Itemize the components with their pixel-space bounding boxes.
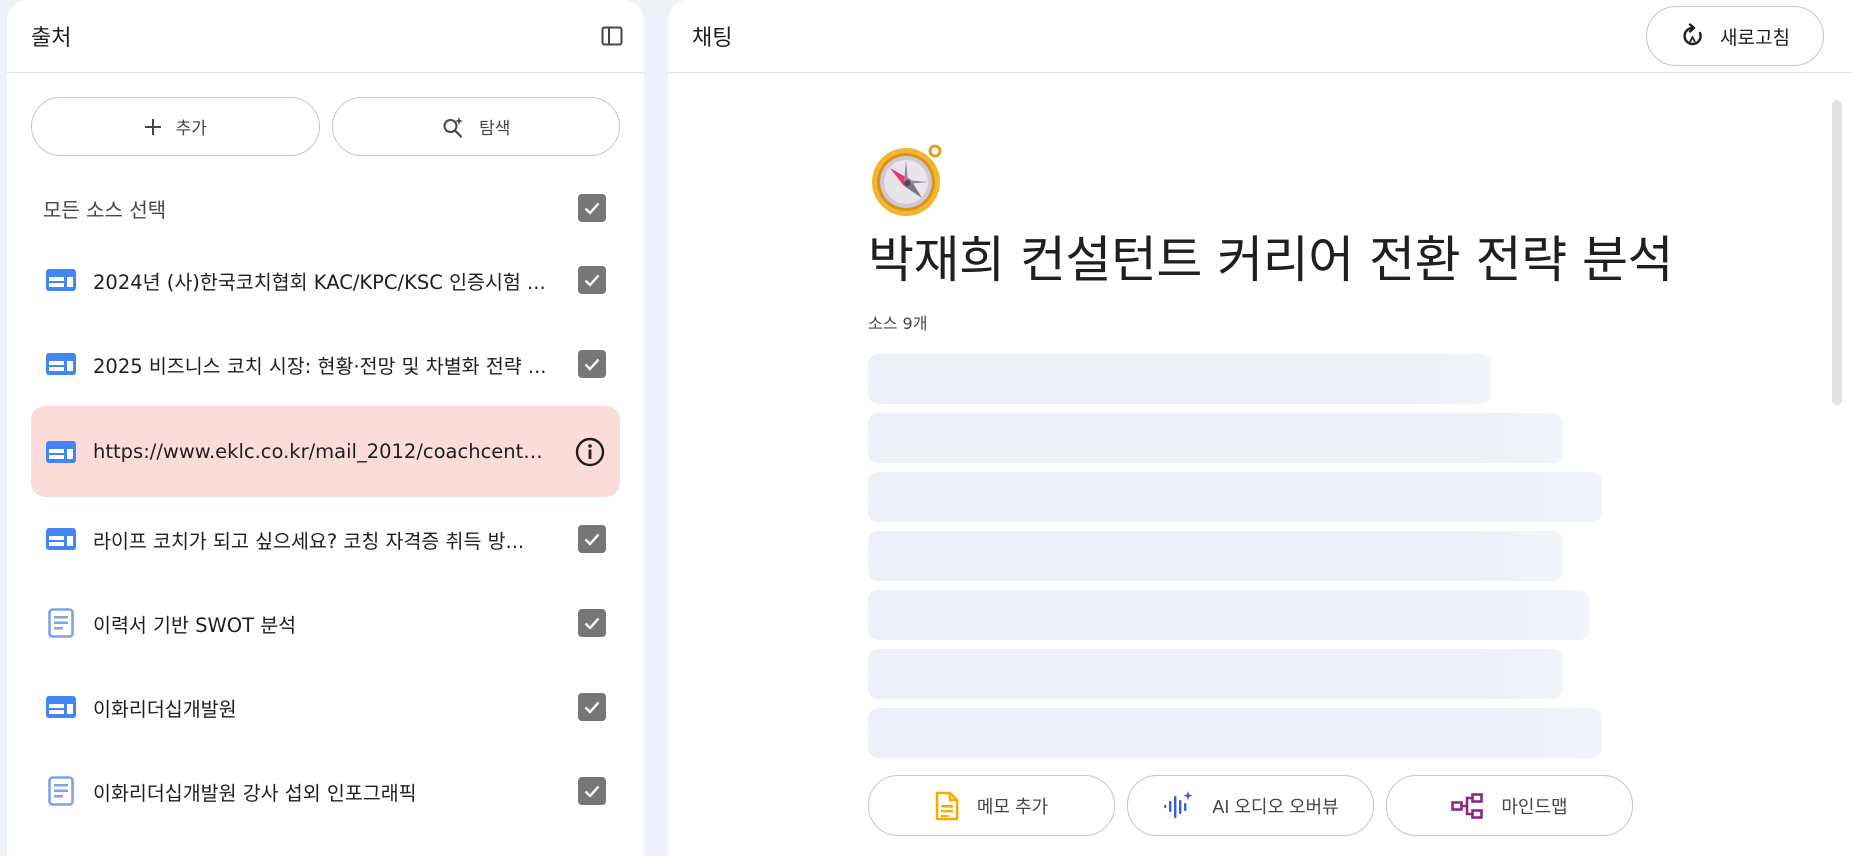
add-source-button[interactable]: 추가 [31, 97, 320, 156]
source-list: 2024년 (사)한국코치협회 KAC/KPC/KSC 인증시험 ... 202… [7, 238, 644, 833]
panel-toggle-icon [601, 26, 623, 46]
document-icon [45, 607, 77, 639]
source-title: 이화리더십개발원 강사 섭외 인포그래픽 [93, 781, 417, 805]
select-all-row: 모든 소스 선택 [7, 188, 644, 228]
mindmap-button[interactable]: 마인드맵 [1386, 775, 1633, 836]
source-item[interactable]: 2024년 (사)한국코치협회 KAC/KPC/KSC 인증시험 ... [31, 238, 620, 322]
sources-title: 출처 [31, 26, 72, 51]
select-all-checkbox[interactable] [578, 194, 606, 222]
source-checkbox[interactable] [578, 609, 606, 637]
note-actions: 메모 추가 AI 오디오 오버뷰 마인드맵 [868, 775, 1633, 836]
refresh-button[interactable]: 새로고침 [1646, 6, 1824, 66]
refresh-label: 새로고침 [1720, 27, 1790, 49]
plus-icon [144, 118, 161, 135]
checkmark-icon [584, 274, 600, 287]
checkmark-icon [584, 202, 600, 215]
source-title: 이력서 기반 SWOT 분석 [93, 613, 297, 637]
chat-header: 채팅 새로고침 [668, 0, 1852, 73]
chat-panel: 채팅 새로고침 박재희 컨설턴트 커리어 전환 전략 분석 소스 9개 메모 추… [668, 0, 1852, 856]
checkmark-icon [584, 358, 600, 371]
source-checkbox[interactable] [578, 525, 606, 553]
skeleton-line [868, 531, 1563, 581]
source-actions: 추가 탐색 [7, 73, 644, 156]
mindmap-icon [1451, 792, 1484, 819]
notebook-overview: 박재희 컨설턴트 커리어 전환 전략 분석 소스 9개 [868, 140, 1688, 767]
discover-sources-label: 탐색 [479, 119, 511, 138]
source-item[interactable]: 이화리더십개발원 강사 섭외 인포그래픽 [31, 749, 620, 833]
document-icon [45, 775, 77, 807]
source-item[interactable]: 2025 비즈니스 코치 시장: 현황·전망 및 차별화 전략 ... [31, 322, 620, 406]
add-memo-button[interactable]: 메모 추가 [868, 775, 1115, 836]
sources-panel: 출처 추가 탐색 모든 소스 선택 2024년 (사)한국코치협회 KAC/KP… [7, 0, 644, 856]
chat-title: 채팅 [692, 26, 733, 51]
chat-scrollbar[interactable] [1832, 100, 1842, 405]
collapse-panel-button[interactable] [592, 16, 632, 56]
select-all-label: 모든 소스 선택 [43, 197, 167, 222]
info-icon [575, 437, 605, 466]
add-memo-label: 메모 추가 [976, 796, 1049, 817]
web-icon [45, 436, 77, 468]
source-count: 소스 9개 [868, 314, 928, 333]
source-checkbox[interactable] [578, 266, 606, 294]
skeleton-line [868, 354, 1491, 404]
notebook-title: 박재희 컨설턴트 커리어 전환 전략 분석 [868, 231, 1673, 289]
refresh-icon [1683, 23, 1702, 46]
source-info-button[interactable] [574, 436, 606, 468]
source-item[interactable]: 이화리더십개발원 [31, 665, 620, 749]
source-item-error[interactable]: https://www.eklc.co.kr/mail_2012/coachce… [31, 406, 620, 497]
skeleton-line [868, 649, 1563, 699]
web-icon [45, 691, 77, 723]
mindmap-label: 마인드맵 [1501, 796, 1568, 817]
source-checkbox[interactable] [578, 693, 606, 721]
compass-icon [872, 144, 942, 216]
skeleton-line [868, 413, 1563, 463]
audio-overview-label: AI 오디오 오버뷰 [1212, 796, 1339, 817]
source-checkbox[interactable] [578, 777, 606, 805]
source-title: 2025 비즈니스 코치 시장: 현황·전망 및 차별화 전략 ... [93, 354, 547, 378]
web-icon [45, 348, 77, 380]
source-item[interactable]: 이력서 기반 SWOT 분석 [31, 581, 620, 665]
discover-sources-button[interactable]: 탐색 [331, 97, 620, 156]
checkmark-icon [584, 785, 600, 798]
source-item[interactable]: 라이프 코치가 되고 싶으세요? 코칭 자격증 취득 방... [31, 497, 620, 581]
skeleton-line [868, 590, 1589, 640]
skeleton-line [868, 472, 1602, 522]
summary-loading-skeleton [868, 354, 1688, 758]
note-icon [935, 791, 959, 820]
source-checkbox[interactable] [578, 350, 606, 378]
web-icon [45, 264, 77, 296]
web-icon [45, 523, 77, 555]
audio-overview-button[interactable]: AI 오디오 오버뷰 [1127, 775, 1374, 836]
checkmark-icon [584, 533, 600, 546]
source-title: 라이프 코치가 되고 싶으세요? 코칭 자격증 취득 방... [93, 529, 525, 553]
sources-header: 출처 [7, 0, 644, 73]
skeleton-line [868, 708, 1602, 758]
search-spark-icon [443, 116, 464, 138]
source-title: 이화리더십개발원 [93, 697, 237, 721]
audio-waveform-icon [1164, 790, 1193, 818]
source-title: 2024년 (사)한국코치협회 KAC/KPC/KSC 인증시험 ... [93, 270, 546, 294]
add-source-label: 추가 [175, 119, 207, 138]
checkmark-icon [584, 617, 600, 630]
checkmark-icon [584, 701, 600, 714]
source-title: https://www.eklc.co.kr/mail_2012/coachce… [93, 440, 554, 463]
